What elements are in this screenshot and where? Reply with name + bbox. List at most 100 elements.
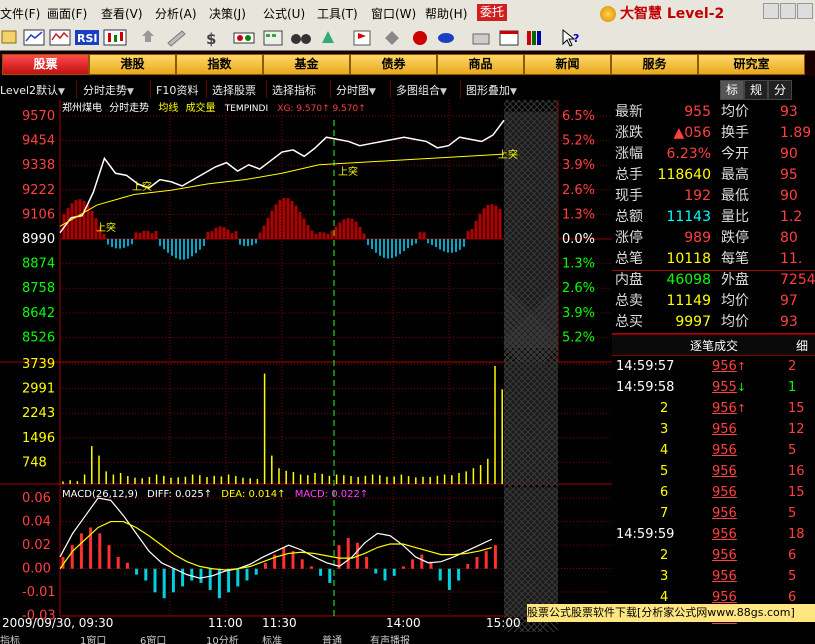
tick-volume: 18 bbox=[788, 527, 805, 542]
pct-tick: 5.2% bbox=[562, 134, 595, 149]
quote-label: 最低 bbox=[721, 188, 749, 204]
subtab-label: 分时图 bbox=[336, 84, 369, 97]
quote-label: 最新 bbox=[615, 104, 643, 120]
tick-row: 14:59:58 955↓ 1 bbox=[612, 377, 815, 398]
tick-row: 4 956 5 bbox=[612, 440, 815, 461]
nav-research[interactable]: 研究室 bbox=[698, 54, 805, 75]
bar-icon[interactable] bbox=[233, 32, 255, 44]
quote-label: 现手 bbox=[615, 188, 643, 204]
nav-index[interactable]: 指数 bbox=[176, 54, 263, 75]
signal-label: 上突 bbox=[338, 165, 358, 178]
trend-icon[interactable] bbox=[23, 29, 45, 46]
quote-label: 均价 bbox=[721, 314, 749, 330]
maximize-icon[interactable] bbox=[780, 3, 796, 19]
nav-news[interactable]: 新闻 bbox=[524, 54, 611, 75]
price-tick: 8874 bbox=[22, 257, 55, 272]
btab-10analysis[interactable]: 10分析 bbox=[206, 632, 239, 644]
menu-tools[interactable]: 工具(T) bbox=[317, 5, 358, 22]
tick-price: 956 bbox=[712, 527, 737, 542]
nav-service[interactable]: 服务 bbox=[611, 54, 698, 75]
subtab-f10[interactable]: F10资料 bbox=[156, 82, 198, 98]
btab-6window[interactable]: 6窗口 bbox=[140, 632, 166, 644]
entrust-button[interactable]: 委托 bbox=[477, 4, 507, 21]
eye-icon[interactable] bbox=[438, 33, 454, 43]
flag-icon[interactable] bbox=[353, 30, 371, 46]
tick-row: 3 956 12 bbox=[612, 419, 815, 440]
tab-rules[interactable]: 规 bbox=[744, 80, 768, 100]
window-icon[interactable] bbox=[499, 30, 519, 46]
pct-tick: 1.3% bbox=[562, 257, 595, 272]
subtab-select-stock[interactable]: 选择股票 bbox=[212, 82, 256, 98]
menu-help[interactable]: 帮助(H) bbox=[425, 5, 467, 22]
signal-label: 上突 bbox=[498, 148, 518, 161]
menu-decision[interactable]: 决策(J) bbox=[209, 5, 246, 22]
tick-tab[interactable]: 细 bbox=[796, 337, 808, 354]
quote-row: 总手 118640 最高 95 bbox=[612, 165, 815, 186]
ad-banner[interactable]: 股票公式股票软件下载[分析家公式网www.88gs.com] bbox=[527, 604, 815, 622]
nav-hk[interactable]: 港股 bbox=[89, 54, 176, 75]
menu-analysis[interactable]: 分析(A) bbox=[155, 5, 197, 22]
nav-bond[interactable]: 债券 bbox=[350, 54, 437, 75]
tick-time: 7 bbox=[660, 506, 669, 521]
menu-screen[interactable]: 画面(F) bbox=[47, 5, 87, 22]
macd-tick: 0.04 bbox=[22, 515, 51, 530]
tick-time: 4 bbox=[660, 443, 669, 458]
money-icon[interactable]: $ bbox=[206, 30, 216, 48]
menu-view[interactable]: 查看(V) bbox=[101, 5, 143, 22]
pen-icon[interactable] bbox=[167, 30, 186, 47]
minimize-icon[interactable] bbox=[763, 3, 779, 19]
chart-subtabs: Level2默认▼ 分时走势▼ F10资料 选择股票 选择指标 分时图▼ 多图组… bbox=[0, 78, 612, 101]
quote-value: 6.23% bbox=[666, 146, 711, 162]
svg-text:MACD(26,12,9) DIFF: 0.02: MACD(26,12,9) DIFF: 0.025↑ DEA: 0.014↑ M… bbox=[62, 489, 368, 500]
subtab-level2[interactable]: Level2默认▼ bbox=[0, 82, 65, 98]
nav-fund[interactable]: 基金 bbox=[263, 54, 350, 75]
header-mode: 分时走势 bbox=[109, 101, 149, 114]
btab-indicator[interactable]: 指标 bbox=[0, 632, 20, 644]
arrow-icon[interactable] bbox=[142, 30, 154, 42]
intraday-chart[interactable]: 9570 9454 9338 9222 9106 8990 8874 8758 8642 8526… bbox=[0, 100, 612, 632]
price-tick: 9454 bbox=[22, 134, 55, 149]
print-icon[interactable] bbox=[472, 33, 490, 45]
menu-window[interactable]: 窗口(W) bbox=[371, 5, 416, 22]
open-icon[interactable] bbox=[1, 30, 17, 44]
close-icon[interactable] bbox=[797, 3, 813, 19]
btab-normal[interactable]: 普通 bbox=[322, 632, 342, 644]
menu-formula[interactable]: 公式(U) bbox=[263, 5, 305, 22]
help-icon[interactable]: ? bbox=[562, 28, 579, 47]
quote-value: 95 bbox=[780, 167, 798, 183]
tab-split[interactable]: 分 bbox=[768, 80, 792, 100]
chart-icon[interactable] bbox=[49, 29, 71, 46]
books-icon[interactable] bbox=[527, 31, 541, 45]
sword-icon[interactable] bbox=[413, 31, 427, 45]
brand-name: 大智慧 Level-2 bbox=[620, 6, 725, 22]
calendar-icon[interactable] bbox=[263, 30, 283, 46]
subtab-timechart[interactable]: 分时图▼ bbox=[336, 82, 376, 98]
header-vol: 成交量 bbox=[186, 101, 216, 114]
candle-icon[interactable] bbox=[103, 29, 127, 46]
btab-1window[interactable]: 1窗口 bbox=[80, 632, 106, 644]
binoculars-icon[interactable] bbox=[291, 34, 311, 44]
tick-row: 14:59:57 956↑ 2 bbox=[612, 356, 815, 377]
subtab-multi[interactable]: 多图组合▼ bbox=[396, 82, 447, 98]
subtab-select-indicator[interactable]: 选择指标 bbox=[272, 82, 316, 98]
tab-mark[interactable]: 标 bbox=[720, 80, 744, 100]
tick-header: 逐笔成交 细 bbox=[612, 334, 815, 356]
btab-voice[interactable]: 有声播报 bbox=[370, 632, 410, 644]
macd-value: MACD: 0.022↑ bbox=[295, 489, 369, 500]
nav-stock[interactable]: 股票 bbox=[2, 54, 89, 75]
nav-commodity[interactable]: 商品 bbox=[437, 54, 524, 75]
subtab-overlay[interactable]: 图形叠加▼ bbox=[466, 82, 517, 98]
alert-icon[interactable] bbox=[322, 31, 334, 43]
macd-tick: 0.06 bbox=[22, 491, 51, 506]
rsi-icon[interactable]: RSI bbox=[75, 30, 99, 45]
quote-value: 11143 bbox=[666, 209, 711, 225]
tick-volume: 1 bbox=[788, 380, 797, 395]
subtab-timeline[interactable]: 分时走势▼ bbox=[83, 82, 134, 98]
quote-value: 10118 bbox=[666, 251, 711, 267]
diamond-icon[interactable] bbox=[385, 31, 399, 45]
btab-standard[interactable]: 标准 bbox=[262, 632, 282, 644]
tick-volume: 5 bbox=[788, 569, 797, 584]
menu-file[interactable]: 文件(F) bbox=[0, 5, 40, 22]
quote-label: 量比 bbox=[721, 209, 749, 225]
tick-title: 逐笔成交 bbox=[690, 339, 739, 353]
